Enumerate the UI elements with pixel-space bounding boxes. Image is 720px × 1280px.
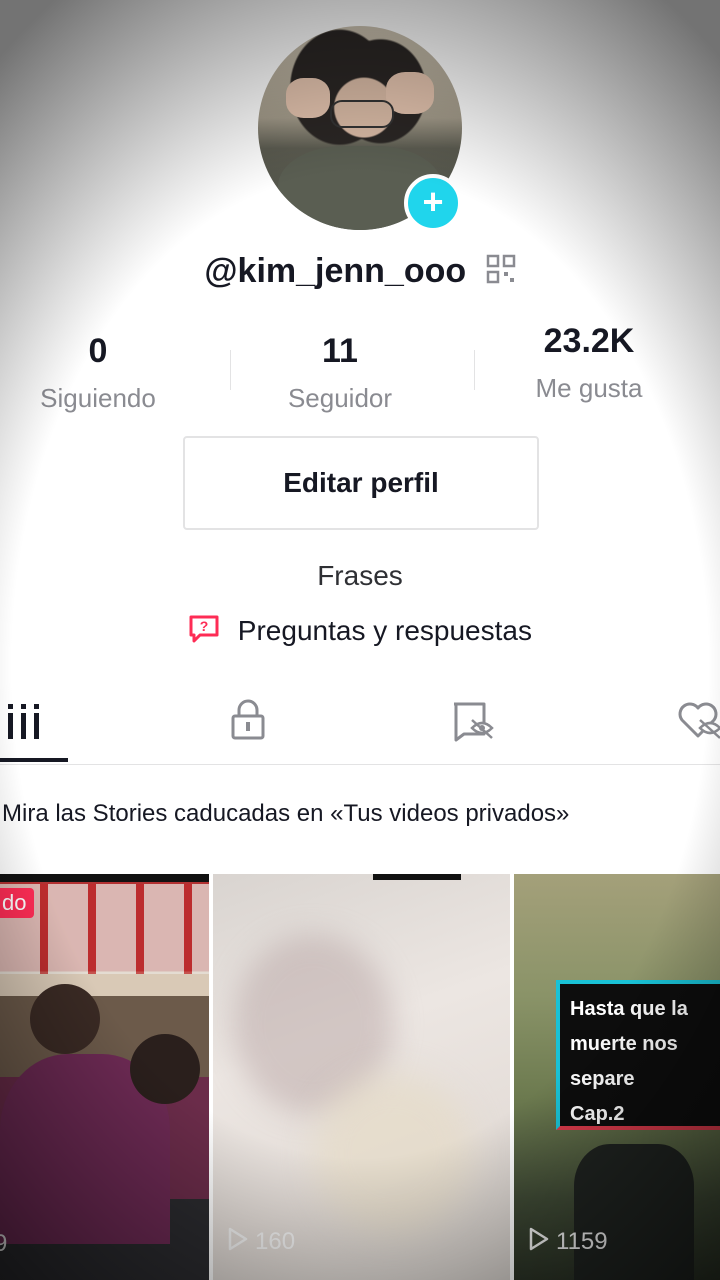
stat-divider [474, 350, 475, 390]
caption-line: separe [570, 1068, 635, 1090]
view-count-value: 1159 [556, 1227, 608, 1255]
likes-stat[interactable]: 23.2K Me gusta [479, 322, 699, 404]
thumbnail-detail [574, 1144, 694, 1280]
username-row: @kim_jenn_ooo [0, 252, 720, 293]
likes-label: Me gusta [535, 373, 643, 403]
likes-count: 23.2K [543, 322, 635, 360]
view-count: 9 [0, 1230, 7, 1258]
video-thumbnail[interactable]: 160 [213, 874, 510, 1280]
caption-line: Hasta que la [570, 998, 688, 1020]
followers-stat[interactable]: 11 Seguidor [230, 332, 450, 414]
thumbnail-detail [0, 874, 209, 882]
thumbnail-detail [373, 874, 461, 880]
tagged-hidden-icon[interactable] [450, 698, 500, 748]
view-count: 160 [227, 1227, 295, 1258]
stories-notice[interactable]: Mira las Stories caducadas en «Tus video… [2, 800, 569, 828]
play-icon [528, 1227, 550, 1258]
following-stat[interactable]: 0 Siguiendo [0, 332, 208, 414]
active-tab-indicator [0, 758, 68, 762]
bio-text: Frases [317, 560, 403, 591]
add-avatar-button[interactable]: + [404, 174, 462, 232]
caption-line: muerte nos [570, 1033, 678, 1055]
following-count: 0 [88, 332, 108, 370]
thumbnail-detail [313, 1074, 473, 1234]
grid-icon[interactable] [4, 698, 54, 748]
liked-hidden-icon[interactable] [676, 698, 720, 748]
thumbnail-detail [30, 984, 100, 1054]
view-count-value: 160 [255, 1227, 296, 1255]
thumbnail-detail [130, 1034, 200, 1104]
view-count: 1159 [528, 1227, 608, 1258]
video-thumbnail[interactable]: Hasta que la muerte nos separe Cap.2 115… [514, 874, 720, 1280]
username: @kim_jenn_ooo [204, 252, 467, 290]
view-count-value: 9 [0, 1230, 8, 1257]
lock-icon[interactable] [228, 698, 278, 748]
caption-line: Cap.2 [570, 1103, 625, 1125]
avatar-photo-detail [330, 100, 394, 128]
following-label: Siguiendo [40, 383, 156, 413]
pinned-badge: do [0, 888, 35, 918]
followers-label: Seguidor [287, 383, 393, 413]
edit-profile-button[interactable]: Editar perfil [183, 436, 539, 530]
video-thumbnail[interactable]: do 9 [0, 874, 209, 1280]
qa-link[interactable]: ? Preguntas y respuestas [0, 614, 720, 651]
video-caption-overlay: Hasta que la muerte nos separe Cap.2 [556, 980, 720, 1130]
qa-label: Preguntas y respuestas [237, 614, 532, 646]
followers-count: 11 [322, 332, 358, 370]
content-tabs [0, 690, 720, 765]
avatar-photo-detail [286, 78, 330, 118]
qr-code-icon[interactable] [486, 254, 516, 293]
question-bubble-icon: ? [188, 614, 220, 651]
play-icon [227, 1227, 249, 1258]
svg-text:?: ? [200, 618, 209, 634]
